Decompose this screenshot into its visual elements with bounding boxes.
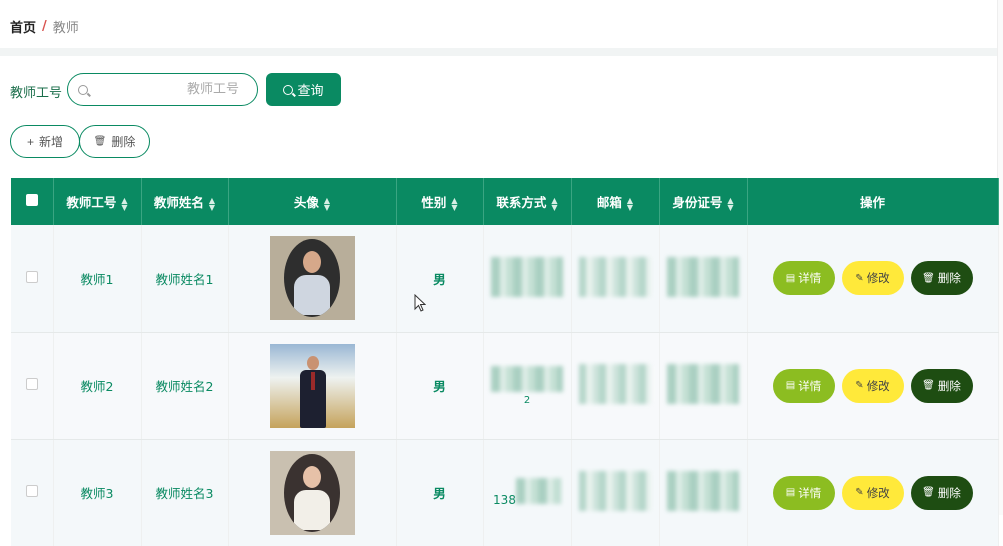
sort-icon[interactable]: ▲ ▼ [627, 196, 633, 211]
teacher-name: 教师姓名1 [141, 225, 229, 333]
sort-icon[interactable]: ▲ ▼ [324, 196, 330, 211]
row-checkbox[interactable] [25, 485, 38, 498]
table-row: 教师1 教师姓名1 男 ▤ 详情 ✎ 修改 🗑 删除 [11, 225, 999, 333]
row-checkbox[interactable] [25, 378, 38, 390]
pencil-icon: ✎ [855, 272, 864, 284]
teacher-gender: 男 [396, 225, 484, 333]
breadcrumb-home[interactable]: 首页 [10, 17, 36, 36]
sort-icon[interactable]: ▲ ▼ [121, 196, 127, 211]
col-header-name[interactable]: 教师姓名 ▲ ▼ [141, 178, 229, 225]
mouse-cursor-icon [414, 294, 426, 312]
pencil-icon: ✎ [855, 380, 864, 391]
breadcrumb: 首页 / 教师 [10, 17, 79, 36]
table-row: 教师2 教师姓名2 男 2 ▤ 详情 ✎ 修改 🗑 删除 [11, 332, 999, 440]
trash-icon: 🗑 [922, 272, 935, 284]
detail-button[interactable]: ▤ 详情 [772, 368, 835, 403]
doc-icon: ▤ [785, 380, 796, 391]
search-icon [78, 84, 88, 95]
phone-visible-fragment: 2 [523, 394, 531, 406]
row-checkbox[interactable] [25, 270, 38, 283]
teacher-id: 教师3 [53, 439, 142, 546]
teacher-table: 教师工号 ▲ ▼ 教师姓名 ▲ ▼ 头像 ▲ ▼ 性别 ▲ ▼ 联系方式 ▲ ▼ 邮箱 ▲ ▼ 身份证号… [11, 178, 999, 546]
email-redacted [579, 256, 651, 297]
doc-icon: ▤ [785, 487, 796, 499]
row-delete-button[interactable]: 🗑 删除 [910, 368, 973, 403]
idcard-redacted [667, 364, 739, 404]
query-button-label: 查询 [297, 83, 324, 98]
add-button[interactable]: + 新增 [10, 125, 80, 158]
idcard-redacted [667, 471, 739, 512]
search-input[interactable] [94, 82, 239, 97]
teacher-name: 教师姓名2 [141, 332, 229, 440]
col-header-actions: 操作 [747, 178, 999, 225]
breadcrumb-current: 教师 [52, 21, 79, 36]
sort-icon[interactable]: ▲ ▼ [209, 196, 215, 211]
trash-icon: 🗑 [922, 487, 935, 499]
phone-redacted [491, 256, 563, 297]
phone-redacted [491, 365, 563, 392]
edit-button[interactable]: ✎ 修改 [841, 368, 904, 403]
sort-icon[interactable]: ▲ ▼ [451, 196, 457, 211]
row-delete-button[interactable]: 🗑 删除 [910, 261, 973, 296]
detail-button[interactable]: ▤ 详情 [772, 261, 835, 296]
sort-icon[interactable]: ▲ ▼ [551, 196, 557, 211]
select-all-cell[interactable] [11, 178, 54, 225]
header-divider [0, 48, 1003, 56]
trash-icon: 🗑 [922, 380, 935, 391]
edit-button[interactable]: ✎ 修改 [841, 475, 904, 510]
plus-icon: + [26, 134, 34, 149]
detail-button[interactable]: ▤ 详情 [772, 475, 835, 510]
table-row: 教师3 教师姓名3 男 138 ▤ 详情 ✎ 修改 🗑 删除 [11, 439, 999, 546]
teacher-id: 教师1 [53, 225, 142, 333]
col-header-idcard[interactable]: 身份证号 ▲ ▼ [659, 178, 748, 225]
search-icon [283, 84, 294, 95]
email-redacted [579, 471, 651, 512]
col-header-avatar[interactable]: 头像 ▲ ▼ [228, 178, 397, 225]
search-label: 教师工号 [10, 86, 63, 101]
teacher-gender: 男 [396, 439, 484, 546]
teacher-name: 教师姓名3 [141, 439, 229, 546]
pencil-icon: ✎ [855, 487, 864, 499]
phone-redacted [515, 478, 561, 505]
col-header-id[interactable]: 教师工号 ▲ ▼ [53, 178, 142, 225]
avatar [269, 343, 355, 428]
phone-visible-fragment: 138 [493, 493, 516, 508]
col-header-gender[interactable]: 性别 ▲ ▼ [396, 178, 484, 225]
doc-icon: ▤ [785, 272, 796, 284]
trash-icon: 🗑 [93, 136, 107, 147]
avatar [269, 236, 355, 321]
idcard-redacted [667, 256, 739, 297]
edit-button[interactable]: ✎ 修改 [841, 261, 904, 296]
teacher-id: 教师2 [53, 332, 142, 440]
avatar [269, 450, 355, 535]
delete-button[interactable]: 🗑 删除 [79, 125, 150, 158]
query-button[interactable]: 查询 [266, 73, 341, 106]
search-field[interactable] [67, 73, 258, 106]
add-button-label: 新增 [39, 135, 64, 149]
table-header: 教师工号 ▲ ▼ 教师姓名 ▲ ▼ 头像 ▲ ▼ 性别 ▲ ▼ 联系方式 ▲ ▼ 邮箱 ▲ ▼ 身份证号… [11, 178, 999, 225]
teacher-gender: 男 [396, 332, 484, 440]
sort-icon[interactable]: ▲ ▼ [727, 196, 733, 211]
email-redacted [579, 364, 651, 404]
col-header-phone[interactable]: 联系方式 ▲ ▼ [483, 178, 572, 225]
col-header-email[interactable]: 邮箱 ▲ ▼ [571, 178, 660, 225]
delete-button-label: 删除 [111, 135, 136, 149]
breadcrumb-separator: / [42, 19, 47, 34]
row-delete-button[interactable]: 🗑 删除 [910, 475, 973, 510]
select-all-checkbox[interactable] [25, 194, 38, 206]
